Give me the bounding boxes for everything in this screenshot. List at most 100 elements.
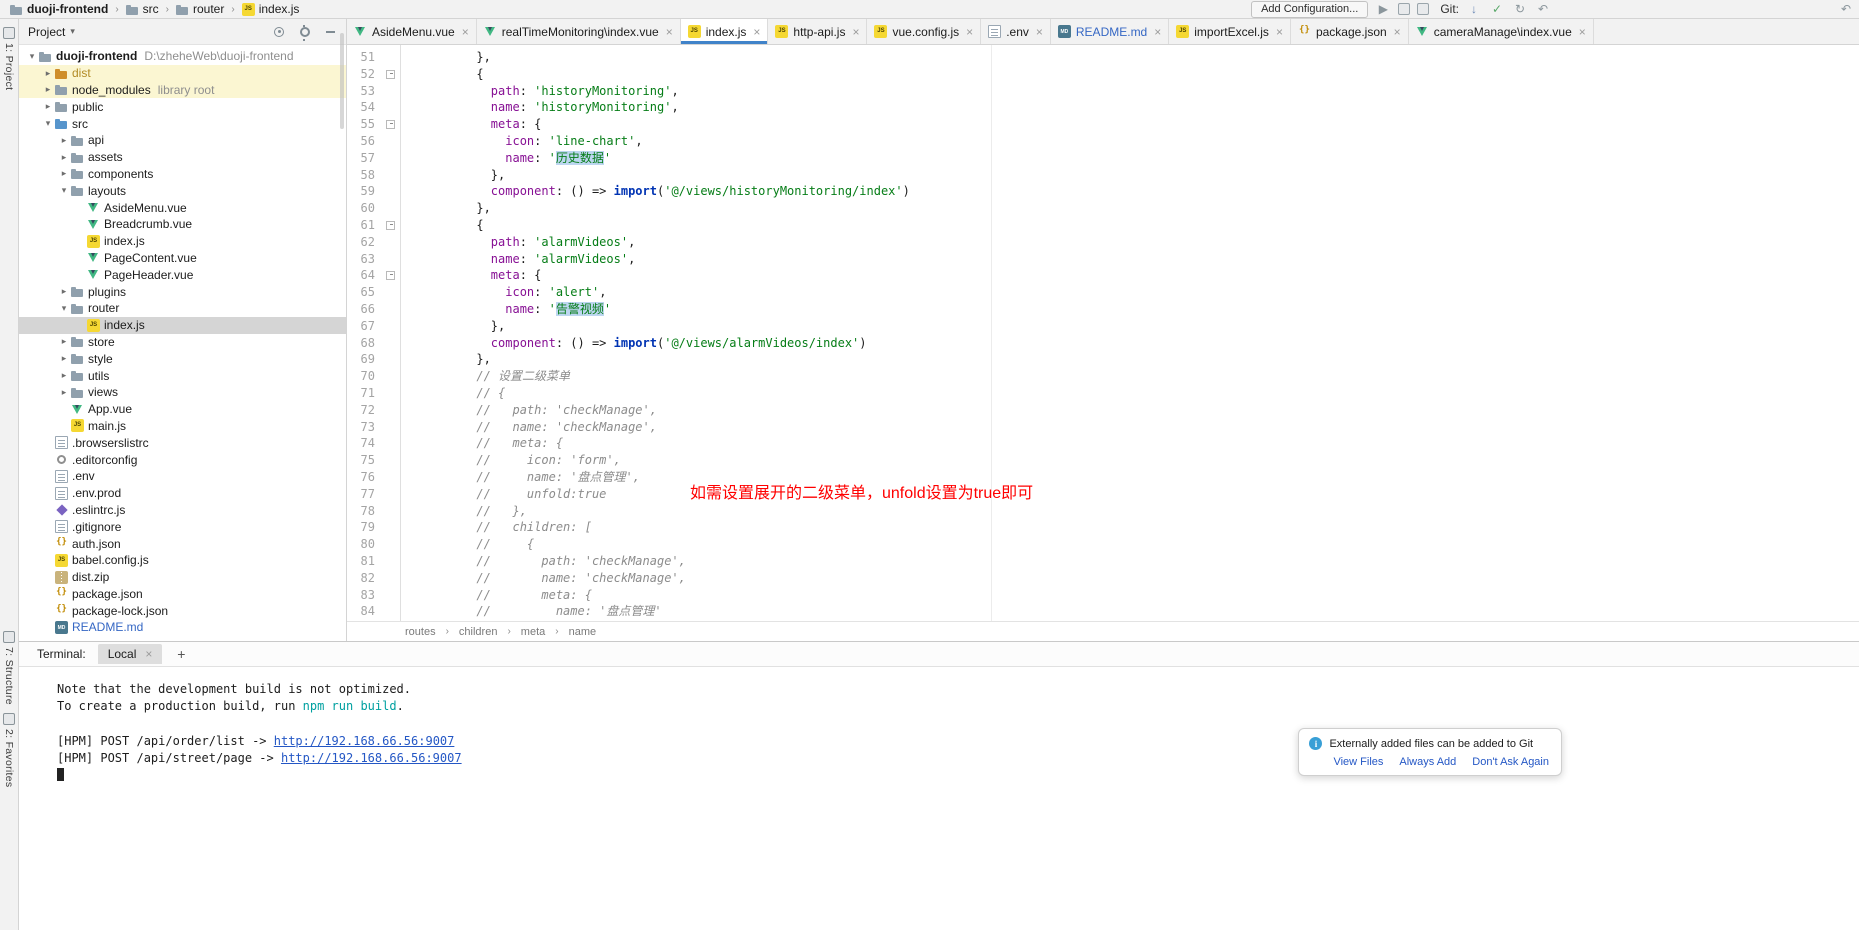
tab-index.js[interactable]: index.js×	[681, 19, 769, 44]
chevron-down-icon[interactable]: ▾	[57, 185, 71, 196]
fold-icon[interactable]	[375, 116, 400, 133]
code-line[interactable]: // path: 'checkManage',	[433, 402, 1859, 419]
chevron-right-icon[interactable]: ▸	[57, 152, 71, 163]
tree-item-.browserslistrc[interactable]: .browserslistrc	[19, 434, 346, 451]
tree-item-AsideMenu.vue[interactable]: AsideMenu.vue	[19, 199, 346, 216]
code-line[interactable]: // path: 'checkManage',	[433, 553, 1859, 570]
tab-close-icon[interactable]: ×	[1394, 26, 1401, 38]
hide-panel-icon[interactable]	[325, 26, 337, 38]
breadcrumb-name[interactable]: name	[569, 626, 597, 638]
tree-item-package-lock.json[interactable]: package-lock.json	[19, 602, 346, 619]
code-line[interactable]: // unfold:true	[433, 486, 1859, 503]
chevron-right-icon[interactable]: ▸	[57, 336, 71, 347]
tab-AsideMenu.vue[interactable]: AsideMenu.vue×	[347, 19, 477, 44]
tab-package.json[interactable]: package.json×	[1291, 19, 1409, 44]
tab-realTimeMonitoring\index.vue[interactable]: realTimeMonitoring\index.vue×	[477, 19, 681, 44]
code-area[interactable]: }, { path: 'historyMonitoring', name: 'h…	[401, 45, 1859, 621]
fold-icon[interactable]	[375, 267, 400, 284]
tool-button-structure[interactable]: 7: Structure	[0, 631, 18, 705]
tree-item-layouts[interactable]: ▾layouts	[19, 182, 346, 199]
git-rollback-icon[interactable]: ↶	[1535, 2, 1551, 16]
tree-item-dist.zip[interactable]: dist.zip	[19, 569, 346, 586]
code-line[interactable]: path: 'historyMonitoring',	[433, 83, 1859, 100]
chevron-right-icon[interactable]: ▸	[41, 84, 55, 95]
tab-close-icon[interactable]: ×	[852, 26, 859, 38]
git-commit-icon[interactable]: ✓	[1489, 2, 1505, 16]
code-line[interactable]: },	[433, 351, 1859, 368]
code-line[interactable]: },	[433, 200, 1859, 217]
project-scrollbar[interactable]	[340, 33, 344, 129]
code-line[interactable]: // icon: 'form',	[433, 452, 1859, 469]
tree-item-README.md[interactable]: README.md	[19, 619, 346, 636]
code-line[interactable]: // {	[433, 385, 1859, 402]
add-configuration-button[interactable]: Add Configuration...	[1251, 1, 1368, 18]
code-line[interactable]: component: () => import('@/views/alarmVi…	[433, 335, 1859, 352]
tree-item-babel.config.js[interactable]: babel.config.js	[19, 552, 346, 569]
tree-item-PageHeader.vue[interactable]: PageHeader.vue	[19, 266, 346, 283]
tree-item-utils[interactable]: ▸utils	[19, 367, 346, 384]
tree-item-main.js[interactable]: main.js	[19, 418, 346, 435]
tree-item-index.js[interactable]: index.js	[19, 317, 346, 334]
tab-.env[interactable]: .env×	[981, 19, 1051, 44]
notification-action-don't-ask-again[interactable]: Don't Ask Again	[1472, 756, 1549, 768]
code-line[interactable]: name: 'alarmVideos',	[433, 251, 1859, 268]
code-line[interactable]: // name: 'checkManage',	[433, 419, 1859, 436]
chevron-right-icon[interactable]: ▸	[41, 68, 55, 79]
tree-item-assets[interactable]: ▸assets	[19, 149, 346, 166]
git-history-icon[interactable]: ↻	[1512, 2, 1528, 16]
chevron-right-icon[interactable]: ▸	[57, 168, 71, 179]
terminal-link[interactable]: http://192.168.66.56:9007	[281, 751, 462, 765]
code-line[interactable]: // meta: {	[433, 435, 1859, 452]
code-line[interactable]: // name: 'checkManage',	[433, 570, 1859, 587]
profiler-icon[interactable]	[1417, 3, 1429, 15]
tree-item-package.json[interactable]: package.json	[19, 586, 346, 603]
tab-vue.config.js[interactable]: vue.config.js×	[867, 19, 981, 44]
tree-item-.gitignore[interactable]: .gitignore	[19, 518, 346, 535]
debug-icon[interactable]	[1398, 3, 1410, 15]
project-panel-title[interactable]: Project ▾	[28, 25, 75, 39]
tab-close-icon[interactable]: ×	[966, 26, 973, 38]
code-line[interactable]: {	[433, 217, 1859, 234]
code-line[interactable]: // name: '盘点管理',	[433, 469, 1859, 486]
code-line[interactable]: // meta: {	[433, 587, 1859, 604]
tab-importExcel.js[interactable]: importExcel.js×	[1169, 19, 1291, 44]
tab-close-icon[interactable]: ×	[145, 648, 152, 660]
tab-close-icon[interactable]: ×	[666, 26, 673, 38]
tab-close-icon[interactable]: ×	[753, 26, 760, 38]
tree-item-node_modules[interactable]: ▸node_moduleslibrary root	[19, 82, 346, 99]
tree-item-App.vue[interactable]: App.vue	[19, 401, 346, 418]
git-update-icon[interactable]: ↓	[1466, 2, 1482, 16]
tree-item-.editorconfig[interactable]: .editorconfig	[19, 451, 346, 468]
tree-item-PageContent.vue[interactable]: PageContent.vue	[19, 250, 346, 267]
code-line[interactable]: name: '告警视频'	[433, 301, 1859, 318]
chevron-right-icon[interactable]: ▸	[57, 286, 71, 297]
code-line[interactable]: meta: {	[433, 116, 1859, 133]
chevron-right-icon[interactable]: ▸	[57, 353, 71, 364]
tree-item-public[interactable]: ▸public	[19, 98, 346, 115]
breadcrumb-meta[interactable]: meta	[521, 626, 545, 638]
breadcrumb-duoji-frontend[interactable]: duoji-frontend	[8, 2, 110, 16]
notification-action-view-files[interactable]: View Files	[1333, 756, 1383, 768]
code-line[interactable]: meta: {	[433, 267, 1859, 284]
fold-icon[interactable]	[375, 217, 400, 234]
terminal-link[interactable]: http://192.168.66.56:9007	[274, 734, 455, 748]
breadcrumb-routes[interactable]: routes	[405, 626, 436, 638]
chevron-right-icon[interactable]: ▸	[57, 387, 71, 398]
tree-item-duoji-frontend[interactable]: ▾duoji-frontendD:\zheheWeb\duoji-fronten…	[19, 48, 346, 65]
chevron-right-icon[interactable]: ▸	[57, 135, 71, 146]
tool-button-project[interactable]: 1: Project	[0, 27, 18, 90]
tool-button-favorites[interactable]: 2: Favorites	[0, 713, 18, 787]
tree-item-views[interactable]: ▸views	[19, 384, 346, 401]
tab-README.md[interactable]: README.md×	[1051, 19, 1169, 44]
breadcrumb-src[interactable]: src	[124, 2, 161, 16]
tree-item-src[interactable]: ▾src	[19, 115, 346, 132]
tree-item-components[interactable]: ▸components	[19, 166, 346, 183]
tree-item-.eslintrc.js[interactable]: .eslintrc.js	[19, 502, 346, 519]
tree-item-auth.json[interactable]: auth.json	[19, 535, 346, 552]
code-line[interactable]: // name: '盘点管理'	[433, 603, 1859, 620]
breadcrumb-children[interactable]: children	[459, 626, 498, 638]
code-line[interactable]: path: 'alarmVideos',	[433, 234, 1859, 251]
new-terminal-icon[interactable]: +	[174, 646, 188, 662]
fold-icon[interactable]	[375, 66, 400, 83]
tree-item-plugins[interactable]: ▸plugins	[19, 283, 346, 300]
